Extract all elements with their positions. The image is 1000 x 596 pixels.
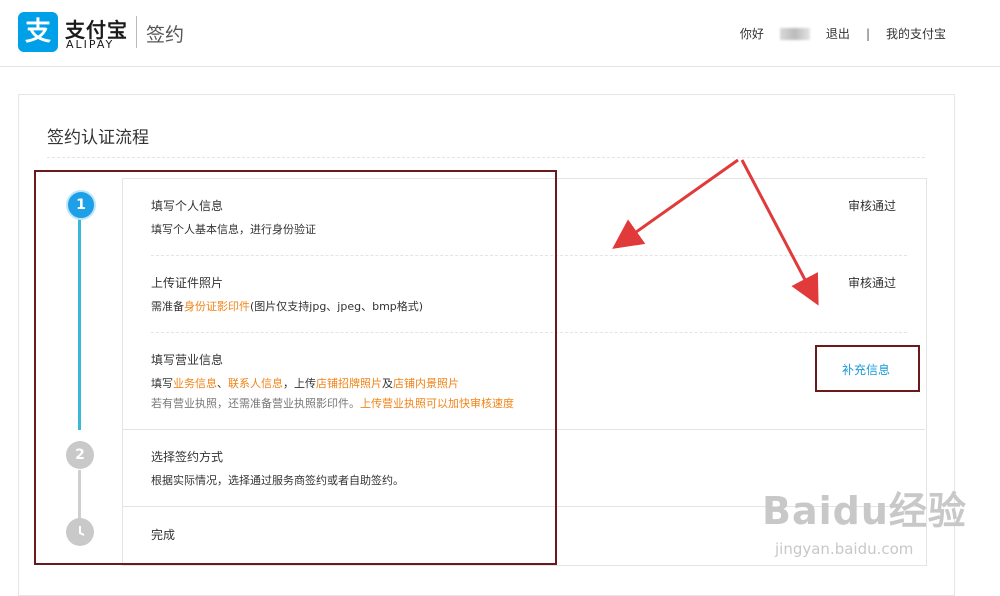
arrow-to-status (612, 158, 739, 249)
baidu-watermark-url: jingyan.baidu.com (775, 540, 914, 558)
baidu-watermark: Baidu经验 (762, 489, 967, 533)
arrow-to-status-right (740, 159, 819, 306)
